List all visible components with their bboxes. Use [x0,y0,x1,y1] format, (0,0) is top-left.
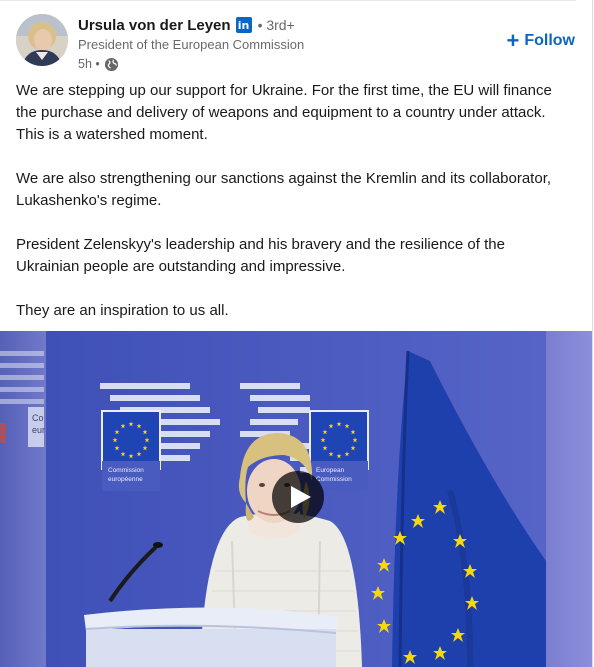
post-header: Ursula von der Leyen in • 3rd+ President… [16,12,576,72]
post-paragraph: President Zelenskyy's leadership and his… [16,236,505,275]
play-button[interactable] [272,471,324,523]
edge-sign-text: Co [32,413,44,423]
plus-icon: + [506,28,520,53]
sign-left-text: européenne [108,476,143,483]
linkedin-icon: in [235,17,252,33]
post-paragraph: They are an inspiration to us all. [16,302,229,319]
author-headline: President of the European Commission [78,37,305,52]
avatar[interactable] [16,14,68,66]
author-meta: Ursula von der Leyen in • 3rd+ President… [78,14,304,73]
video-player[interactable]: Co eur Commission européenne European Co… [0,331,592,667]
edge-sign-text: eur [32,425,45,435]
post-paragraph: We are stepping up our support for Ukrai… [16,82,552,143]
sign-right-text: European [316,467,345,474]
sign-left-text: Commission [108,467,144,474]
globe-icon [104,57,119,72]
follow-button[interactable]: + Follow [506,28,575,53]
follow-label: Follow [524,32,575,49]
connection-degree: • 3rd+ [257,17,295,33]
divider [0,0,576,1]
sign-right-text: Commission [316,476,352,483]
feed-post: Ursula von der Leyen in • 3rd+ President… [0,0,593,667]
author-name[interactable]: Ursula von der Leyen [78,17,231,34]
post-text: We are stepping up our support for Ukrai… [16,80,564,322]
play-icon [291,486,311,508]
post-paragraph: We are also strengthening our sanctions … [16,170,552,209]
post-time: 5h • [78,57,100,71]
